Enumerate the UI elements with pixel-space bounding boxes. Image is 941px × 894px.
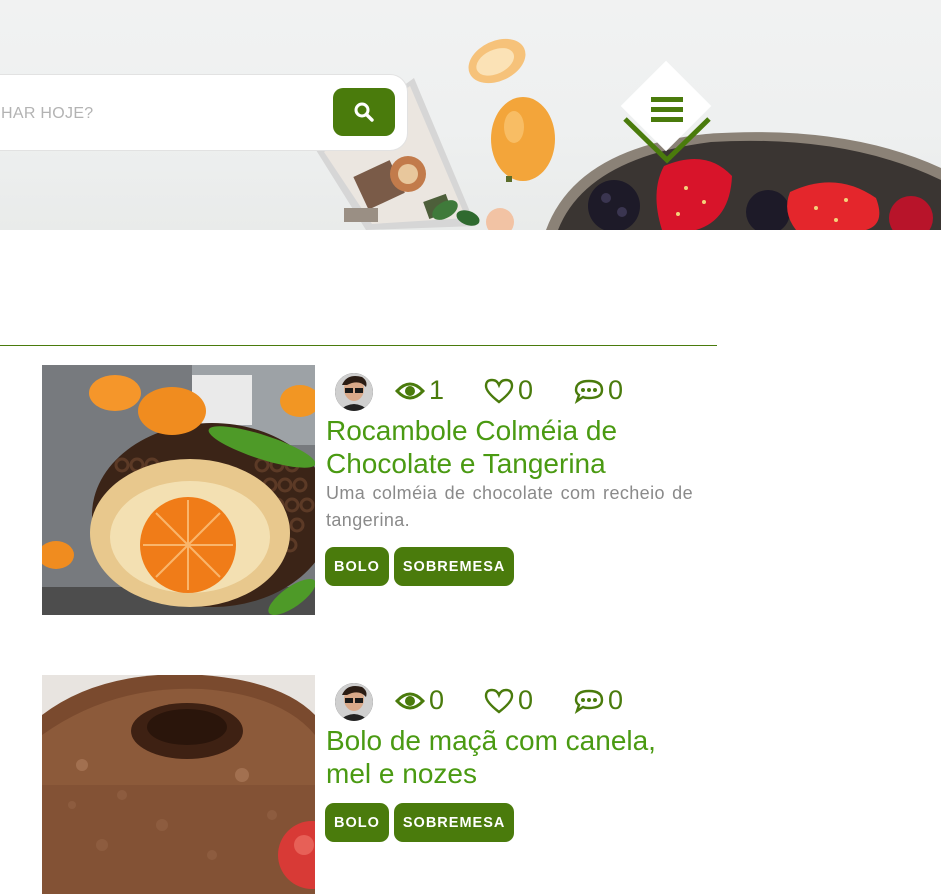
apple-cake-photo — [42, 675, 315, 894]
recipe-card: 1 0 0 Rocambole Colméia de Chocolate e T… — [42, 365, 697, 615]
recipe-image[interactable] — [42, 675, 315, 894]
recipe-title[interactable]: Bolo de maçã com canela, mel e nozes — [326, 724, 706, 790]
recipe-title[interactable]: Rocambole Colméia de Chocolate e Tangeri… — [326, 414, 706, 480]
section-divider — [0, 345, 717, 346]
recipe-title-line: Rocambole Colméia de — [326, 415, 618, 446]
views-count: 0 — [429, 685, 445, 715]
likes-count: 0 — [518, 375, 534, 405]
author-avatar-photo — [335, 373, 373, 411]
eye-icon — [395, 692, 425, 709]
author-avatar-photo — [335, 683, 373, 721]
tag-sobremesa[interactable]: SOBREMESA — [393, 803, 515, 842]
avatar[interactable] — [335, 683, 373, 721]
eye-icon — [395, 382, 425, 399]
recipe-description: Uma colméia de chocolate com recheio de … — [326, 483, 693, 530]
comments-count: 0 — [608, 375, 624, 405]
rocambole-photo — [42, 365, 315, 615]
comments-counter[interactable]: 0 — [574, 685, 623, 716]
recipe-title-line: mel e nozes — [326, 758, 477, 789]
recipe-title-line: Chocolate e Tangerina — [326, 448, 606, 479]
views-counter: 0 — [395, 685, 444, 716]
recipe-tags: BOLO SOBREMESA — [325, 803, 515, 842]
tag-bolo[interactable]: BOLO — [325, 803, 389, 842]
comments-counter[interactable]: 0 — [574, 375, 623, 406]
menu-toggle[interactable] — [618, 60, 716, 170]
heart-icon — [484, 378, 514, 404]
heart-icon — [484, 688, 514, 714]
avatar[interactable] — [335, 373, 373, 411]
recipe-tags: BOLO SOBREMESA — [325, 547, 515, 586]
hero-banner — [0, 0, 941, 230]
likes-counter[interactable]: 0 — [484, 375, 533, 406]
search-box — [0, 74, 408, 151]
likes-count: 0 — [518, 685, 534, 715]
recipe-card: 0 0 0 Bolo de maçã com canela, mel e noz… — [42, 675, 697, 894]
leaves-image — [432, 200, 514, 230]
tag-sobremesa[interactable]: SOBREMESA — [393, 547, 515, 586]
comment-icon — [574, 689, 604, 714]
berry-bowl-image — [546, 132, 941, 230]
search-button[interactable] — [333, 88, 395, 136]
chevron-down-icon — [623, 117, 711, 164]
likes-counter[interactable]: 0 — [484, 685, 533, 716]
tag-bolo[interactable]: BOLO — [325, 547, 389, 586]
views-count: 1 — [429, 375, 445, 405]
comments-count: 0 — [608, 685, 624, 715]
comment-icon — [574, 379, 604, 404]
recipe-image[interactable] — [42, 365, 315, 615]
views-counter: 1 — [395, 375, 444, 406]
recipe-title-line: Bolo de maçã com canela, — [326, 725, 656, 756]
search-icon — [354, 102, 374, 122]
search-input[interactable] — [1, 101, 321, 127]
